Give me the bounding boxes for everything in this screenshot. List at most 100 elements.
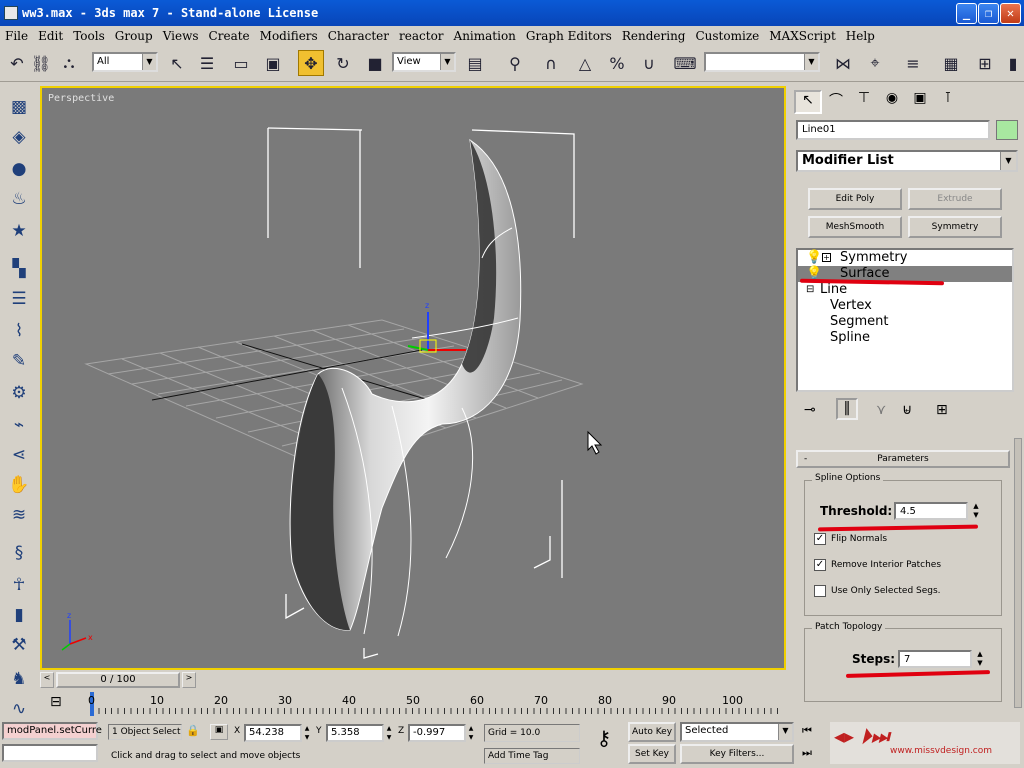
minimize-button[interactable]: _ <box>956 3 977 24</box>
close-button[interactable]: ✕ <box>1000 3 1021 24</box>
utilities-tab-icon[interactable]: ⊺ <box>934 90 962 114</box>
time-slider-thumb[interactable]: 0 / 100 <box>56 672 180 688</box>
menu-group[interactable]: Group <box>110 26 158 46</box>
wave-icon[interactable]: ≋ <box>6 502 32 528</box>
maxscript-input-field[interactable] <box>2 744 98 762</box>
menu-reactor[interactable]: reactor <box>394 26 449 46</box>
pivot-center-icon[interactable]: ▤ <box>462 50 488 76</box>
flip-normals-checkbox[interactable]: ✓ <box>814 533 826 545</box>
box-icon[interactable]: ▩ <box>6 94 32 120</box>
curve-editor-icon[interactable]: ▦ <box>938 50 964 76</box>
select-link-icon[interactable]: ⛓ <box>28 50 54 76</box>
unlink-icon[interactable]: ⛬ <box>56 50 82 76</box>
z-coordinate-input[interactable]: -0.997 <box>408 724 466 742</box>
select-by-name-icon[interactable]: ☰ <box>194 50 220 76</box>
reference-coord-dropdown[interactable]: View ▼ <box>392 52 456 72</box>
mirror-icon[interactable]: ⋈ <box>830 50 856 76</box>
stack-item-vertex[interactable]: Vertex <box>798 298 1012 314</box>
biped-icon[interactable]: ☥ <box>6 572 32 598</box>
selection-filter-dropdown[interactable]: All ▼ <box>92 52 158 72</box>
motion-tab-icon[interactable]: ◉ <box>878 90 906 114</box>
threshold-spinner[interactable]: ▲ ▼ <box>970 502 982 520</box>
rotate-icon[interactable]: ↻ <box>330 50 356 76</box>
menu-maxscript[interactable]: MAXScript <box>764 26 841 46</box>
lightbulb-icon[interactable]: 💡 <box>806 250 822 266</box>
menu-views[interactable]: Views <box>158 26 204 46</box>
named-selection-dropdown[interactable]: ▼ <box>704 52 820 72</box>
menu-customize[interactable]: Customize <box>690 26 764 46</box>
key-filters-button[interactable]: Key Filters... <box>680 744 794 764</box>
menu-rendering[interactable]: Rendering <box>617 26 691 46</box>
set-key-button[interactable]: Set Key <box>628 744 676 764</box>
menu-edit[interactable]: Edit <box>33 26 68 46</box>
x-coordinate-input[interactable]: 54.238 <box>244 724 302 742</box>
remove-modifier-icon[interactable]: ⊌ <box>902 402 912 418</box>
modify-tab-icon[interactable]: ⌒ <box>822 90 850 114</box>
key-mode-dropdown[interactable]: Selected ▼ <box>680 722 794 742</box>
checker-icon[interactable]: ▚ <box>6 256 32 282</box>
angle-snap-icon[interactable]: △ <box>572 50 598 76</box>
pin-stack-icon[interactable]: ⊸ <box>804 402 816 418</box>
x-spinner[interactable]: ▲ ▼ <box>302 724 312 742</box>
y-coordinate-input[interactable]: 5.358 <box>326 724 384 742</box>
menu-modifiers[interactable]: Modifiers <box>255 26 323 46</box>
window-crossing-icon[interactable]: ▣ <box>260 50 286 76</box>
layer-manager-icon[interactable]: ≡ <box>900 50 926 76</box>
wrench-icon[interactable]: ⚒ <box>6 632 32 658</box>
chevron-right-icon[interactable]: > <box>182 672 196 688</box>
move-icon[interactable]: ✥ <box>298 50 324 76</box>
add-time-tag-button[interactable]: Add Time Tag <box>484 748 580 764</box>
edit-named-selection-icon[interactable]: ⌨ <box>672 50 698 76</box>
select-object-icon[interactable]: ↖ <box>164 50 190 76</box>
playback-icons[interactable]: ◂▸ ⏵⏭ <box>834 724 889 748</box>
stack-icon[interactable]: ☰ <box>6 286 32 312</box>
percent-snap-icon[interactable]: % <box>604 50 630 76</box>
threshold-input[interactable]: 4.5 <box>894 502 968 520</box>
key-mode-toggle-icon[interactable]: ⏭ <box>802 746 812 760</box>
restore-button[interactable]: ❐ <box>978 3 999 24</box>
create-tab-icon[interactable]: ↖ <box>794 90 822 114</box>
spinner-snap-icon[interactable]: ∪ <box>636 50 662 76</box>
menu-character[interactable]: Character <box>323 26 394 46</box>
make-unique-icon[interactable]: ⋎ <box>876 402 886 418</box>
collapse-icon[interactable]: ⊟ <box>806 282 814 298</box>
use-only-selected-checkbox[interactable] <box>814 585 826 597</box>
tube-icon[interactable]: ⌇ <box>6 318 32 344</box>
lights-icon[interactable]: ♨ <box>6 186 32 212</box>
manipulate-icon[interactable]: ⚲ <box>502 50 528 76</box>
maxscript-listener-field[interactable]: modPanel.setCurre <box>2 722 102 740</box>
mini-curve-editor-icon[interactable]: ⊟ <box>50 694 74 714</box>
stack-item-symmetry[interactable]: 💡 + Symmetry <box>798 250 1012 266</box>
figure-icon[interactable]: ♞ <box>6 666 32 692</box>
go-to-start-icon[interactable]: ⏮ <box>802 724 812 738</box>
time-slider[interactable]: < 0 / 100 > <box>40 672 786 690</box>
stack-item-segment[interactable]: Segment <box>798 314 1012 330</box>
perspective-viewport[interactable]: Perspective z z x <box>40 86 786 670</box>
align-icon[interactable]: ⌖ <box>862 50 888 76</box>
modifier-list-dropdown[interactable]: Modifier List ▼ <box>796 150 1018 172</box>
menu-tools[interactable]: Tools <box>68 26 110 46</box>
object-name-field[interactable]: Line01 <box>796 120 990 140</box>
remove-interior-checkbox[interactable]: ✓ <box>814 559 826 571</box>
hand-icon[interactable]: ✋ <box>6 472 32 498</box>
scale-icon[interactable]: ■ <box>362 50 388 76</box>
edit-poly-button[interactable]: Edit Poly <box>808 188 902 210</box>
steps-input[interactable]: 7 <box>898 650 972 668</box>
parameters-rollout-header[interactable]: - Parameters <box>796 450 1010 468</box>
panel-scrollbar[interactable] <box>1014 438 1022 708</box>
menu-help[interactable]: Help <box>841 26 880 46</box>
brush-icon[interactable]: ✎ <box>6 348 32 374</box>
fish-icon[interactable]: ⋖ <box>6 442 32 468</box>
y-spinner[interactable]: ▲ ▼ <box>384 724 394 742</box>
menu-file[interactable]: File <box>0 26 33 46</box>
track-bar[interactable]: ⊟ 0 10 20 30 40 50 60 70 80 90 100 <box>40 692 786 716</box>
menu-create[interactable]: Create <box>204 26 255 46</box>
configure-modifier-sets-icon[interactable]: ⊞ <box>936 402 948 418</box>
object-color-swatch[interactable] <box>996 120 1018 140</box>
expand-icon[interactable]: + <box>822 253 831 262</box>
absolute-mode-icon[interactable]: ▣ <box>210 724 228 740</box>
star-icon[interactable]: ★ <box>6 218 32 244</box>
camera-icon[interactable]: ⌁ <box>6 412 32 438</box>
gear-icon[interactable]: ⚙ <box>6 380 32 406</box>
extrude-button[interactable]: Extrude <box>908 188 1002 210</box>
